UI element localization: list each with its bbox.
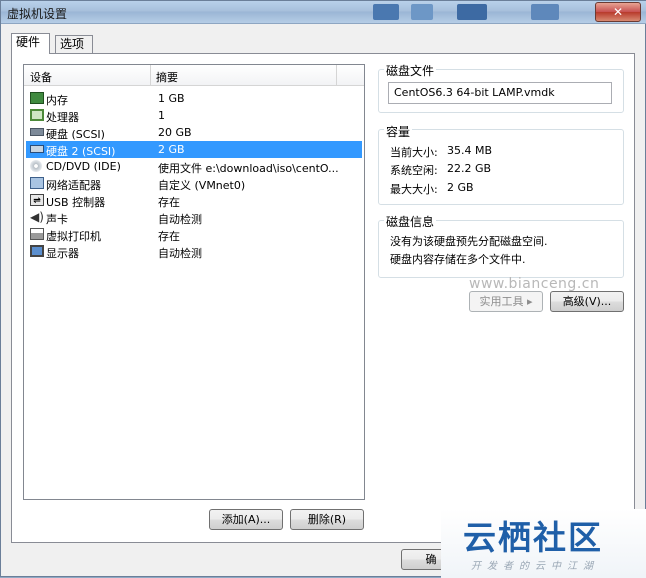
device-summary: 1 (158, 109, 165, 122)
device-row-sound-card[interactable]: ◀) 声卡 自动检测 (26, 209, 362, 226)
device-row-usb-controller[interactable]: ⇌ USB 控制器 存在 (26, 192, 362, 209)
column-divider[interactable] (336, 65, 337, 85)
close-button[interactable]: ✕ (595, 2, 641, 22)
device-summary: 自定义 (VMnet0) (158, 179, 246, 192)
dropdown-arrow-icon: ▸ (526, 295, 533, 308)
disk-file-label: 磁盘文件 (384, 62, 437, 79)
column-divider[interactable] (150, 65, 151, 85)
tab-hardware[interactable]: 硬件 (11, 33, 50, 54)
device-list[interactable]: 设备 摘要 内存 1 GB 处理器 1 硬盘 (SCSI) 20 GB 硬盘 2… (23, 64, 365, 500)
sound-card-icon: ◀) (30, 210, 44, 224)
device-row-display[interactable]: 显示器 自动检测 (26, 243, 362, 260)
watermark-slogan: 开发者的云中江湖 (471, 561, 599, 572)
device-summary: 自动检测 (158, 213, 202, 226)
hard-disk-icon (30, 145, 44, 153)
device-row-network-adapter[interactable]: 网络适配器 自定义 (VMnet0) (26, 175, 362, 192)
device-summary: 自动检测 (158, 247, 202, 260)
free-space-value: 22.2 GB (447, 162, 492, 175)
device-name: 硬盘 2 (SCSI) (46, 145, 116, 158)
add-button[interactable]: 添加(A)... (209, 509, 283, 530)
device-summary: 使用文件 e:\download\iso\centO... (158, 162, 339, 175)
watermark-logo: 云栖社区 开发者的云中江湖 (441, 509, 646, 578)
titlebar-background-decoration (531, 4, 559, 20)
display-icon (30, 245, 44, 257)
capacity-label: 容量 (384, 123, 413, 140)
titlebar-background-decoration (411, 4, 433, 20)
device-name: 内存 (46, 94, 68, 107)
processor-icon (30, 109, 44, 121)
device-row-hard-disk[interactable]: 硬盘 (SCSI) 20 GB (26, 124, 362, 141)
current-size-value: 35.4 MB (447, 144, 493, 157)
current-size-label: 当前大小: (390, 146, 438, 159)
hard-disk-icon (30, 128, 44, 136)
watermark-url: www.bianceng.cn (469, 276, 600, 292)
remove-button[interactable]: 删除(R) (290, 509, 364, 530)
disk-info-label: 磁盘信息 (384, 213, 437, 230)
column-header-device[interactable]: 设备 (30, 69, 52, 85)
device-name: CD/DVD (IDE) (46, 160, 121, 173)
column-header-summary[interactable]: 摘要 (156, 69, 178, 85)
titlebar-background-decoration (373, 4, 399, 20)
device-row-memory[interactable]: 内存 1 GB (26, 90, 362, 107)
device-name: USB 控制器 (46, 196, 106, 209)
device-list-header: 设备 摘要 (24, 65, 364, 86)
advanced-button[interactable]: 高级(V)... (550, 291, 624, 312)
device-summary: 存在 (158, 196, 180, 209)
device-summary: 20 GB (158, 126, 192, 139)
utilities-button[interactable]: 实用工具 ▸ (469, 291, 543, 312)
device-row-processor[interactable]: 处理器 1 (26, 107, 362, 124)
printer-icon (30, 228, 44, 240)
free-space-label: 系统空闲: (390, 164, 438, 177)
device-name: 网络适配器 (46, 179, 101, 192)
memory-icon (30, 92, 44, 104)
tab-options[interactable]: 选项 (55, 35, 93, 53)
usb-icon: ⇌ (30, 194, 44, 206)
window-title: 虚拟机设置 (7, 7, 68, 21)
network-adapter-icon (30, 177, 44, 189)
device-summary: 2 GB (158, 143, 185, 156)
device-name: 声卡 (46, 213, 68, 226)
device-row-hard-disk-2[interactable]: 硬盘 2 (SCSI) 2 GB (26, 141, 362, 158)
disk-info-line-2: 硬盘内容存储在多个文件中. (390, 253, 526, 266)
utilities-label: 实用工具 (479, 295, 524, 308)
device-row-virtual-printer[interactable]: 虚拟打印机 存在 (26, 226, 362, 243)
device-name: 显示器 (46, 247, 79, 260)
max-size-value: 2 GB (447, 181, 474, 194)
disk-file-field[interactable]: CentOS6.3 64-bit LAMP.vmdk (388, 82, 612, 104)
close-icon: ✕ (612, 5, 624, 19)
disk-info-line-1: 没有为该硬盘预先分配磁盘空间. (390, 235, 548, 248)
titlebar-background-decoration (457, 4, 487, 20)
vm-settings-window: 虚拟机设置 ✕ 硬件 选项 设备 摘要 内存 1 GB 处理器 1 硬盘 (SC… (0, 0, 646, 578)
title-bar[interactable]: 虚拟机设置 ✕ (1, 1, 646, 24)
cd-dvd-icon (30, 160, 42, 172)
device-row-cd-dvd[interactable]: CD/DVD (IDE) 使用文件 e:\download\iso\centO.… (26, 158, 362, 175)
device-summary: 1 GB (158, 92, 185, 105)
device-name: 虚拟打印机 (46, 230, 101, 243)
device-summary: 存在 (158, 230, 180, 243)
max-size-label: 最大大小: (390, 183, 438, 196)
device-name: 硬盘 (SCSI) (46, 128, 105, 141)
watermark-brand: 云栖社区 (463, 518, 603, 557)
device-name: 处理器 (46, 111, 79, 124)
